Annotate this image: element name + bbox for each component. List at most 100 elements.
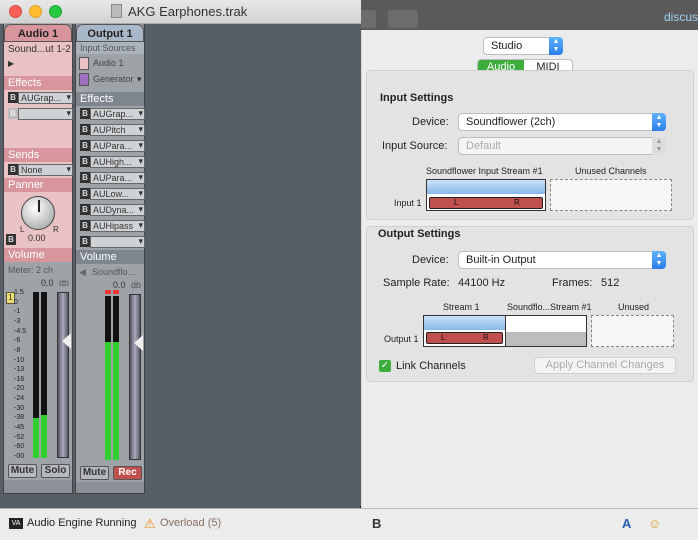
updown-arrow-icon: ▲ ▼: [652, 113, 666, 131]
clip-indicator[interactable]: [105, 290, 111, 294]
scale-tick-label: -6: [14, 337, 21, 345]
scale-tick-label: -20: [14, 385, 25, 393]
effect-slot[interactable]: B AULow...: [76, 186, 145, 202]
fader-thumb[interactable]: [62, 333, 71, 349]
effect-select[interactable]: AUPara...: [90, 140, 145, 152]
effect-select[interactable]: AUHipass: [90, 220, 145, 232]
source-color-swatch: [79, 73, 89, 86]
bold-icon: B: [372, 516, 382, 531]
scale-tick-label: -13: [14, 366, 25, 374]
input-source-label: Input Source:: [382, 140, 448, 152]
effect-select[interactable]: AUGrap...: [18, 92, 73, 104]
audio-strip: Audio 1 Sound...ut 1-2 ▶ Effects B AUGra…: [3, 24, 73, 494]
volume-fader[interactable]: [57, 292, 69, 458]
output-settings-title: Output Settings: [378, 228, 461, 240]
input-source-item[interactable]: Audio 1: [93, 55, 124, 71]
link-channels-checkbox[interactable]: ✓: [379, 360, 391, 372]
pan-knob[interactable]: [21, 196, 55, 230]
input-unused-channels[interactable]: [550, 179, 672, 211]
effect-select-empty[interactable]: [18, 108, 73, 120]
mute-button[interactable]: Mute: [8, 464, 37, 478]
apply-channel-changes-button[interactable]: Apply Channel Changes: [534, 357, 676, 374]
scale-tick-label: -24: [14, 395, 25, 403]
effect-select[interactable]: AUDyna...: [90, 204, 145, 216]
scale-tick-label: 1.5: [14, 289, 24, 296]
input-device-select[interactable]: Soundflower (2ch) ▲ ▼: [458, 113, 666, 131]
bypass-button[interactable]: B: [80, 139, 90, 151]
pan-left-label: L: [20, 225, 25, 234]
effect-slot[interactable]: B: [4, 106, 73, 122]
output-channel-pair[interactable]: L R: [426, 332, 503, 344]
scale-tick-label: -16: [14, 375, 25, 383]
input-sources-list: Audio 1 Generator ▾: [76, 54, 144, 92]
chevron-down-icon[interactable]: ▾: [137, 71, 142, 87]
strip-name[interactable]: Output 1: [76, 24, 144, 42]
mode-select[interactable]: Studio ▲ ▼: [483, 37, 563, 55]
mute-button[interactable]: Mute: [80, 466, 109, 480]
effect-select[interactable]: AUGrap...: [90, 108, 145, 120]
window-title: AKG Earphones.trak: [128, 4, 248, 19]
bypass-button[interactable]: B: [80, 235, 90, 247]
send-select[interactable]: None: [18, 164, 73, 176]
effect-select[interactable]: AUHigh...: [90, 156, 145, 168]
effect-slot[interactable]: B AUHipass: [76, 218, 145, 234]
channel-left-label: L: [441, 333, 446, 342]
input-stream-box[interactable]: L R: [426, 179, 546, 211]
effect-slot[interactable]: B: [76, 234, 145, 250]
input-source-select[interactable]: Default ▲ ▼: [458, 137, 666, 155]
effect-slot[interactable]: B AUPitch: [76, 122, 145, 138]
effect-select[interactable]: [90, 236, 145, 248]
effect-slot[interactable]: B AUPara...: [76, 138, 145, 154]
strip-name[interactable]: Audio 1: [4, 24, 72, 42]
output-device-select[interactable]: Built-in Output ▲ ▼: [458, 251, 666, 269]
overload-text[interactable]: Overload (5): [160, 517, 221, 529]
effect-slot[interactable]: B AUDyna...: [76, 202, 145, 218]
record-button[interactable]: Rec: [113, 466, 142, 480]
close-button[interactable]: [9, 5, 22, 18]
zoom-button[interactable]: [49, 5, 62, 18]
meter-fill: [41, 414, 47, 458]
effect-slot[interactable]: B AUPara...: [76, 170, 145, 186]
bypass-button[interactable]: B: [8, 163, 18, 175]
volume-section: Meter: 2 ch 0.0 db 1 1.5 0 -1 -3 -4.5 -6 -8 -10…: [4, 262, 72, 480]
bypass-button[interactable]: B: [6, 234, 16, 245]
output-unused-channels[interactable]: [591, 315, 674, 347]
status-bar: VA Audio Engine Running ⚠ Overload (5): [0, 508, 361, 540]
effect-select[interactable]: AUPara...: [90, 172, 145, 184]
effect-slot[interactable]: B AUGrap...: [4, 90, 73, 106]
input-source[interactable]: Sound...ut 1-2 ▶: [4, 42, 72, 70]
gear-icon: [388, 10, 418, 28]
send-slot[interactable]: B None: [4, 162, 73, 178]
frames-value: 512: [601, 277, 620, 289]
document-icon: [111, 4, 122, 18]
effect-select[interactable]: AULow...: [90, 188, 145, 200]
source-label: Sound...ut 1-2: [8, 44, 71, 55]
effect-slot[interactable]: B AUGrap...: [76, 106, 145, 122]
minimize-button[interactable]: [29, 5, 42, 18]
fader-thumb[interactable]: [134, 335, 143, 351]
bypass-button[interactable]: B: [80, 171, 90, 183]
bypass-button[interactable]: B: [80, 203, 90, 215]
bypass-button[interactable]: B: [8, 107, 18, 119]
output-device-value: Built-in Output: [466, 254, 536, 266]
effect-select[interactable]: AUPitch: [90, 124, 145, 136]
link-channels-label: Link Channels: [396, 360, 466, 372]
bypass-button[interactable]: B: [80, 219, 90, 231]
bypass-button[interactable]: B: [80, 187, 90, 199]
updown-arrow-icon: ▲ ▼: [652, 137, 666, 155]
input-source-value: Default: [466, 140, 501, 152]
output-strip: Output 1 Input Sources Audio 1 Generator…: [75, 24, 145, 494]
volume-fader[interactable]: [129, 294, 141, 460]
effect-slot[interactable]: B AUHigh...: [76, 154, 145, 170]
bypass-button[interactable]: B: [8, 91, 18, 103]
clip-indicator[interactable]: [113, 290, 119, 294]
solo-button[interactable]: Solo: [41, 464, 70, 478]
scale-tick-label: -1: [14, 308, 21, 316]
bypass-button[interactable]: B: [80, 107, 90, 119]
bypass-button[interactable]: B: [80, 123, 90, 135]
output-stream2-header: Soundflo...Stream #1: [507, 302, 592, 312]
input-source-item[interactable]: Generator: [93, 71, 134, 87]
input-channel-pair[interactable]: L R: [429, 197, 543, 209]
bypass-button[interactable]: B: [80, 155, 90, 167]
output-stream-box[interactable]: L R: [423, 315, 587, 347]
